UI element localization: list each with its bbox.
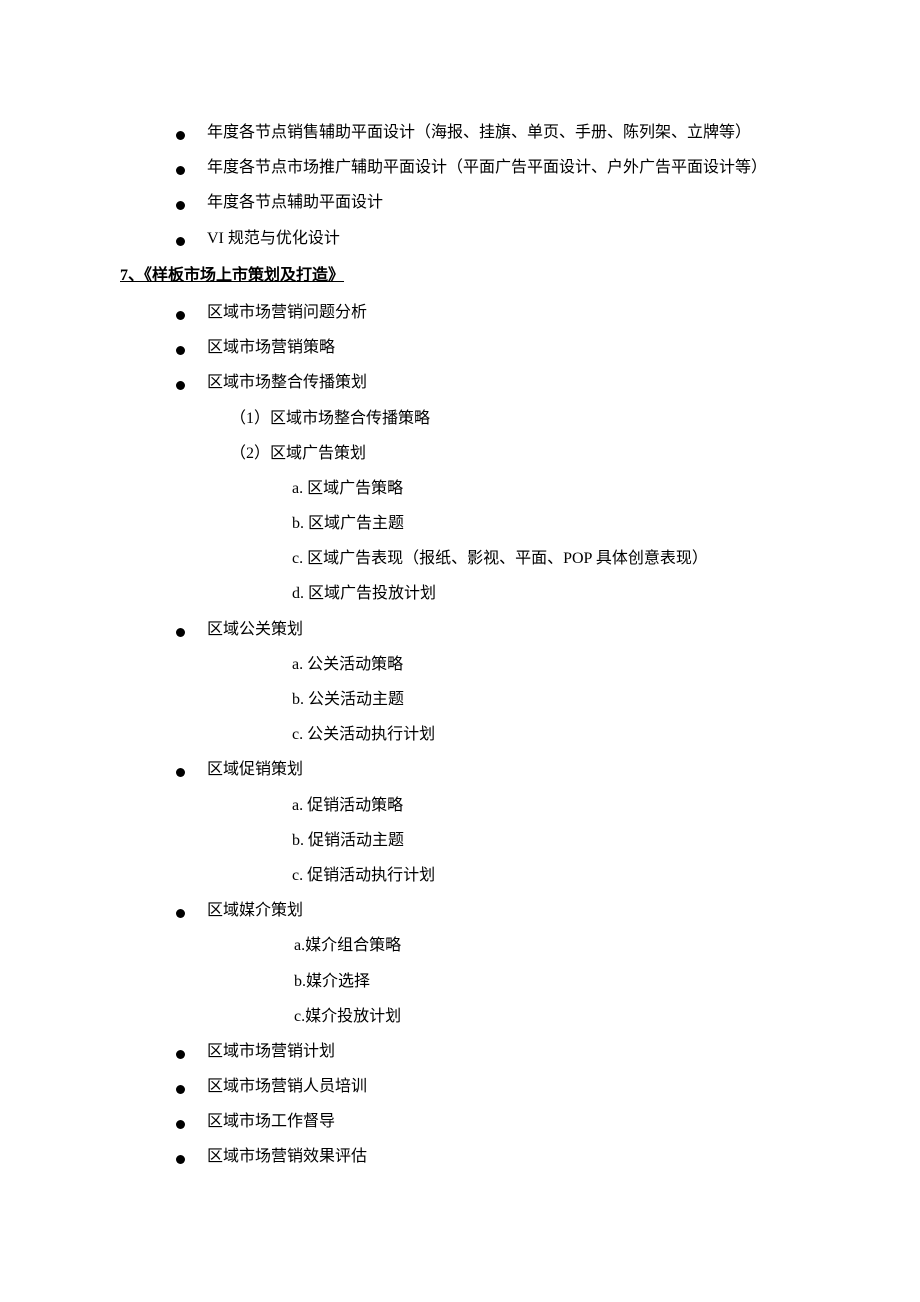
list-item-text: VI 规范与优化设计 [207, 221, 860, 256]
list-item: 区域市场营销效果评估 [176, 1139, 860, 1174]
list-item: 区域市场工作督导 [176, 1104, 860, 1139]
bullet-icon [176, 381, 185, 390]
bullet-icon [176, 166, 185, 175]
list-item-text: 区域媒介策划 [207, 893, 860, 928]
sub-sub-item: d. 区域广告投放计划 [292, 576, 860, 611]
sub-sub-item: a. 区域广告策略 [292, 471, 860, 506]
list-item: 年度各节点辅助平面设计 [176, 185, 860, 220]
bullet-icon [176, 311, 185, 320]
list-item: 年度各节点销售辅助平面设计（海报、挂旗、单页、手册、陈列架、立牌等） [176, 115, 860, 150]
sub-sub-item: b. 区域广告主题 [292, 506, 860, 541]
list-item-text: 区域市场营销策略 [207, 330, 860, 365]
list-item: 区域媒介策划 [176, 893, 860, 928]
sub-sub-item: a. 促销活动策略 [292, 788, 860, 823]
list-item-text: 年度各节点辅助平面设计 [207, 185, 860, 220]
list-item-text: 区域促销策划 [207, 752, 860, 787]
list-item: 区域公关策划 [176, 612, 860, 647]
bullet-icon [176, 346, 185, 355]
sub-sub-item: c. 区域广告表现（报纸、影视、平面、POP 具体创意表现） [292, 541, 860, 576]
bullet-icon [176, 201, 185, 210]
list-item-text: 区域市场整合传播策划 [207, 365, 860, 400]
sub-sub-item: a.媒介组合策略 [294, 928, 860, 963]
bullet-icon [176, 628, 185, 637]
sub-sub-item: c. 公关活动执行计划 [292, 717, 860, 752]
list-item-text: 区域公关策划 [207, 612, 860, 647]
list-item-text: 年度各节点销售辅助平面设计（海报、挂旗、单页、手册、陈列架、立牌等） [207, 115, 860, 150]
sub-sub-item: b. 公关活动主题 [292, 682, 860, 717]
list-item: 年度各节点市场推广辅助平面设计（平面广告平面设计、户外广告平面设计等） [176, 150, 860, 185]
bullet-icon [176, 237, 185, 246]
list-item-text: 区域市场工作督导 [207, 1104, 860, 1139]
sub-sub-item: b. 促销活动主题 [292, 823, 860, 858]
bullet-icon [176, 1050, 185, 1059]
sub-item: （1）区域市场整合传播策略 [230, 401, 860, 436]
bullet-icon [176, 1120, 185, 1129]
document-body: 年度各节点销售辅助平面设计（海报、挂旗、单页、手册、陈列架、立牌等） 年度各节点… [0, 115, 920, 1175]
bullet-icon [176, 909, 185, 918]
bullet-icon [176, 768, 185, 777]
list-item: 区域市场营销问题分析 [176, 295, 860, 330]
list-item: 区域市场整合传播策划 [176, 365, 860, 400]
list-item: 区域促销策划 [176, 752, 860, 787]
list-item-text: 区域市场营销问题分析 [207, 295, 860, 330]
bullet-icon [176, 1155, 185, 1164]
bullet-icon [176, 1085, 185, 1094]
list-item-text: 区域市场营销人员培训 [207, 1069, 860, 1104]
list-item-text: 年度各节点市场推广辅助平面设计（平面广告平面设计、户外广告平面设计等） [207, 150, 860, 185]
sub-sub-item: a. 公关活动策略 [292, 647, 860, 682]
sub-sub-item: b.媒介选择 [294, 964, 860, 999]
list-item-text: 区域市场营销计划 [207, 1034, 860, 1069]
bullet-icon [176, 131, 185, 140]
list-item: 区域市场营销策略 [176, 330, 860, 365]
list-item-text: 区域市场营销效果评估 [207, 1139, 860, 1174]
sub-sub-item: c. 促销活动执行计划 [292, 858, 860, 893]
sub-item: （2）区域广告策划 [230, 436, 860, 471]
sub-sub-item: c.媒介投放计划 [294, 999, 860, 1034]
list-item: 区域市场营销人员培训 [176, 1069, 860, 1104]
list-item: 区域市场营销计划 [176, 1034, 860, 1069]
section-heading: 7、《样板市场上市策划及打造》 [120, 258, 860, 293]
list-item: VI 规范与优化设计 [176, 221, 860, 256]
